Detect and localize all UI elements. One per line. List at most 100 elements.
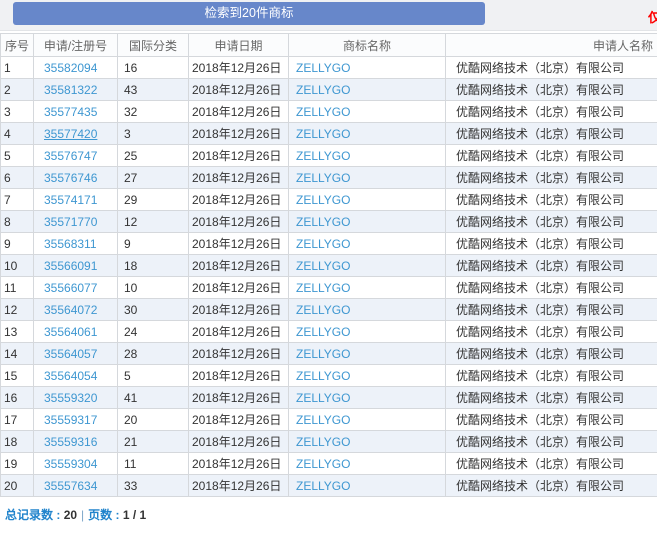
- mark-name-cell: ZELLYGO: [289, 365, 446, 387]
- intl-class-cell: 43: [118, 79, 189, 101]
- app-date-cell: 2018年12月26日: [189, 233, 289, 255]
- mark-name-link[interactable]: ZELLYGO: [296, 347, 350, 361]
- pages-colon: :: [112, 508, 123, 522]
- column-header-reg-no: 申请/注册号: [34, 34, 118, 57]
- seq-cell: 20: [1, 475, 34, 497]
- app-date-cell: 2018年12月26日: [189, 189, 289, 211]
- application-number-link[interactable]: 35568311: [44, 237, 97, 251]
- application-number-link[interactable]: 35564054: [44, 369, 97, 383]
- seq-cell: 3: [1, 101, 34, 123]
- seq-cell: 9: [1, 233, 34, 255]
- mark-name-link[interactable]: ZELLYGO: [296, 479, 350, 493]
- reg-no-cell: 35557634: [34, 475, 118, 497]
- application-number-link[interactable]: 35574171: [44, 193, 97, 207]
- mark-name-cell: ZELLYGO: [289, 321, 446, 343]
- results-body: 135582094162018年12月26日ZELLYGO优酷网络技术（北京）有…: [1, 57, 657, 497]
- application-number-link[interactable]: 35577435: [44, 105, 97, 119]
- application-number-link[interactable]: 35581322: [44, 83, 97, 97]
- mark-name-link[interactable]: ZELLYGO: [296, 171, 350, 185]
- applicant-cell: 优酷网络技术（北京）有限公司: [446, 475, 657, 497]
- application-number-link[interactable]: 35566091: [44, 259, 97, 273]
- mark-name-link[interactable]: ZELLYGO: [296, 83, 350, 97]
- application-number-link[interactable]: 35559317: [44, 413, 97, 427]
- applicant-cell: 优酷网络技术（北京）有限公司: [446, 299, 657, 321]
- application-number-link[interactable]: 35564057: [44, 347, 97, 361]
- reg-no-cell: 35559320: [34, 387, 118, 409]
- applicant-cell: 优酷网络技术（北京）有限公司: [446, 321, 657, 343]
- search-result-count-button[interactable]: 检索到20件商标: [13, 2, 485, 25]
- seq-cell: 18: [1, 431, 34, 453]
- application-number-link[interactable]: 35564061: [44, 325, 97, 339]
- table-row: 335577435322018年12月26日ZELLYGO优酷网络技术（北京）有…: [1, 101, 657, 123]
- mark-name-link[interactable]: ZELLYGO: [296, 325, 350, 339]
- application-number-link[interactable]: 35559304: [44, 457, 97, 471]
- mark-name-link[interactable]: ZELLYGO: [296, 391, 350, 405]
- application-number-link[interactable]: 35582094: [44, 61, 97, 75]
- application-number-link[interactable]: 35571770: [44, 215, 97, 229]
- application-number-link[interactable]: 35559316: [44, 435, 97, 449]
- total-records-colon: :: [53, 508, 64, 522]
- mark-name-link[interactable]: ZELLYGO: [296, 237, 350, 251]
- mark-name-link[interactable]: ZELLYGO: [296, 457, 350, 471]
- intl-class-cell: 21: [118, 431, 189, 453]
- mark-name-cell: ZELLYGO: [289, 409, 446, 431]
- seq-cell: 4: [1, 123, 34, 145]
- application-number-link[interactable]: 35557634: [44, 479, 97, 493]
- total-records-label: 总记录数: [5, 508, 53, 522]
- total-records-value: 20: [64, 508, 77, 522]
- application-number-link[interactable]: 35576747: [44, 149, 97, 163]
- column-header-mark-name: 商标名称: [289, 34, 446, 57]
- intl-class-cell: 25: [118, 145, 189, 167]
- mark-name-link[interactable]: ZELLYGO: [296, 259, 350, 273]
- intl-class-cell: 27: [118, 167, 189, 189]
- reg-no-cell: 35576746: [34, 167, 118, 189]
- application-number-link[interactable]: 35564072: [44, 303, 97, 317]
- app-date-cell: 2018年12月26日: [189, 57, 289, 79]
- intl-class-cell: 18: [118, 255, 189, 277]
- table-row: 635576746272018年12月26日ZELLYGO优酷网络技术（北京）有…: [1, 167, 657, 189]
- intl-class-cell: 30: [118, 299, 189, 321]
- seq-cell: 11: [1, 277, 34, 299]
- mark-name-link[interactable]: ZELLYGO: [296, 369, 350, 383]
- application-number-link[interactable]: 35566077: [44, 281, 97, 295]
- mark-name-link[interactable]: ZELLYGO: [296, 149, 350, 163]
- mark-name-link[interactable]: ZELLYGO: [296, 105, 350, 119]
- applicant-cell: 优酷网络技术（北京）有限公司: [446, 453, 657, 475]
- mark-name-cell: ZELLYGO: [289, 343, 446, 365]
- mark-name-link[interactable]: ZELLYGO: [296, 435, 350, 449]
- reg-no-cell: 35566077: [34, 277, 118, 299]
- reg-no-cell: 35564057: [34, 343, 118, 365]
- mark-name-link[interactable]: ZELLYGO: [296, 413, 350, 427]
- seq-cell: 10: [1, 255, 34, 277]
- applicant-cell: 优酷网络技术（北京）有限公司: [446, 101, 657, 123]
- applicant-cell: 优酷网络技术（北京）有限公司: [446, 167, 657, 189]
- table-row: 235581322432018年12月26日ZELLYGO优酷网络技术（北京）有…: [1, 79, 657, 101]
- reg-no-cell: 35581322: [34, 79, 118, 101]
- mark-name-link[interactable]: ZELLYGO: [296, 127, 350, 141]
- mark-name-cell: ZELLYGO: [289, 189, 446, 211]
- reg-no-cell: 35559317: [34, 409, 118, 431]
- application-number-link[interactable]: 35576746: [44, 171, 97, 185]
- table-row: 835571770122018年12月26日ZELLYGO优酷网络技术（北京）有…: [1, 211, 657, 233]
- applicant-cell: 优酷网络技术（北京）有限公司: [446, 431, 657, 453]
- application-number-link[interactable]: 35559320: [44, 391, 97, 405]
- intl-class-cell: 9: [118, 233, 189, 255]
- mark-name-link[interactable]: ZELLYGO: [296, 303, 350, 317]
- reg-no-cell: 35564061: [34, 321, 118, 343]
- application-number-link[interactable]: 35577420: [44, 127, 97, 141]
- intl-class-cell: 20: [118, 409, 189, 431]
- table-row: 1935559304112018年12月26日ZELLYGO优酷网络技术（北京）…: [1, 453, 657, 475]
- table-row: 1035566091182018年12月26日ZELLYGO优酷网络技术（北京）…: [1, 255, 657, 277]
- seq-cell: 15: [1, 365, 34, 387]
- mark-name-link[interactable]: ZELLYGO: [296, 281, 350, 295]
- mark-name-link[interactable]: ZELLYGO: [296, 193, 350, 207]
- table-row: 1435564057282018年12月26日ZELLYGO优酷网络技术（北京）…: [1, 343, 657, 365]
- mark-name-link[interactable]: ZELLYGO: [296, 61, 350, 75]
- pager-separator: |: [77, 508, 88, 522]
- mark-name-cell: ZELLYGO: [289, 211, 446, 233]
- mark-name-link[interactable]: ZELLYGO: [296, 215, 350, 229]
- mark-name-cell: ZELLYGO: [289, 299, 446, 321]
- intl-class-cell: 3: [118, 123, 189, 145]
- app-date-cell: 2018年12月26日: [189, 431, 289, 453]
- app-date-cell: 2018年12月26日: [189, 409, 289, 431]
